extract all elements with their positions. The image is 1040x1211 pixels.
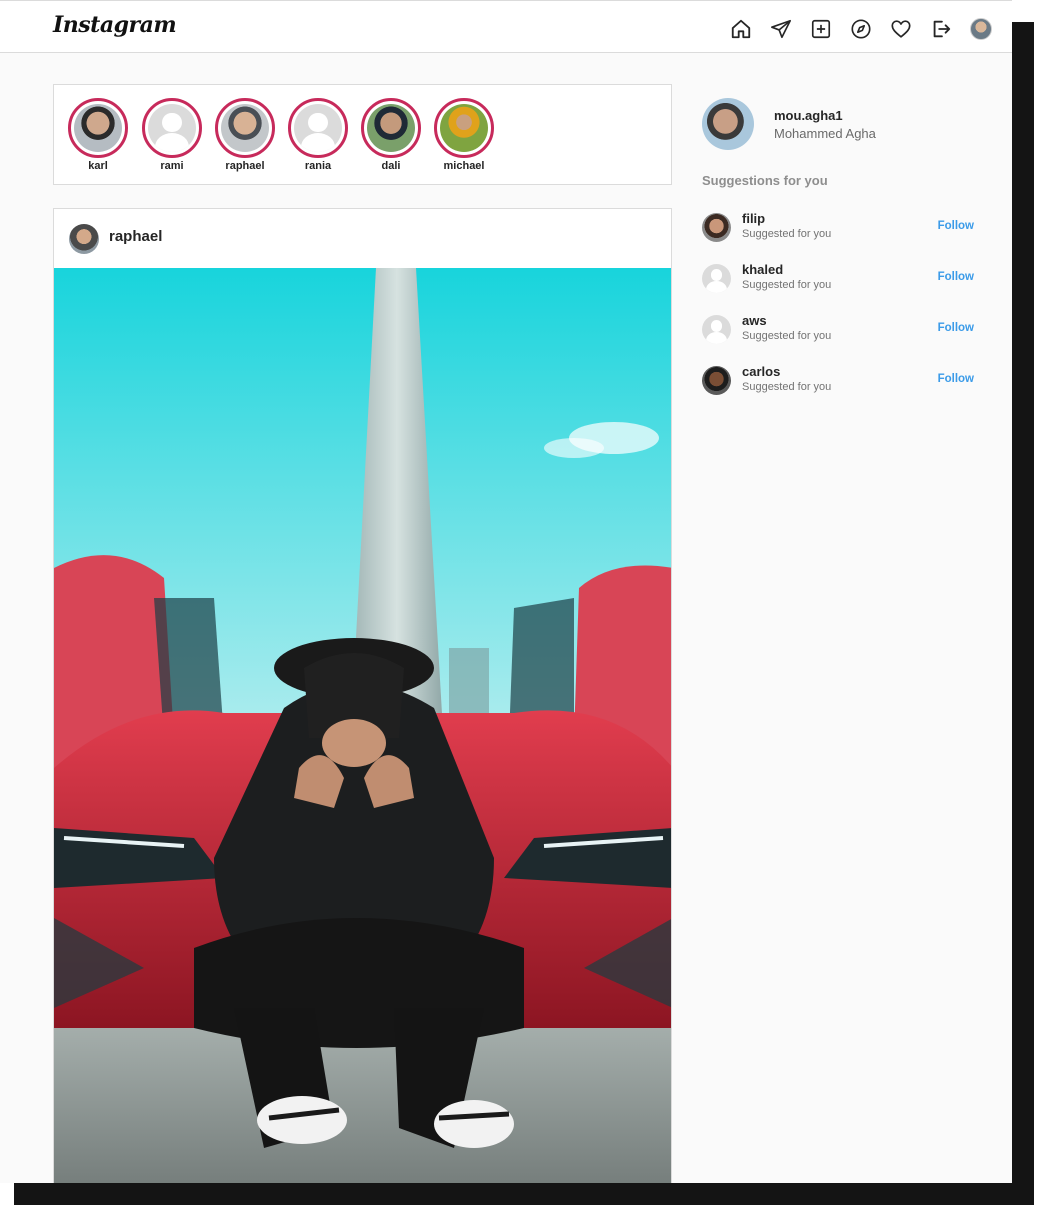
explore-icon[interactable] [850,17,890,41]
story-ring [434,98,494,158]
stories-bar: karl rami raphael rania dali michael [53,84,672,185]
story-ring [215,98,275,158]
follow-button[interactable]: Follow [938,322,974,334]
suggestion-avatar[interactable] [702,366,731,395]
post-photo[interactable] [54,268,671,1183]
suggestion-item: khaled Suggested for you Follow [702,262,982,298]
top-navigation-bar: Instagram [0,0,1012,53]
avatar [970,18,992,40]
suggestion-username[interactable]: khaled [742,262,783,277]
story-ring [288,98,348,158]
default-avatar-icon [294,104,342,152]
suggestion-item: aws Suggested for you Follow [702,313,982,349]
story-username: karl [88,160,108,172]
suggestions-heading: Suggestions for you [702,173,828,188]
default-avatar-icon [148,104,196,152]
story-avatar [74,104,122,152]
story-item[interactable]: rami [142,98,202,172]
instagram-app: Instagram karl rami raphael rania dali m… [0,0,1012,1183]
story-item[interactable]: rania [288,98,348,172]
default-avatar-icon[interactable] [702,315,731,344]
story-avatar [367,104,415,152]
post-author-avatar[interactable] [69,224,99,254]
story-avatar [440,104,488,152]
suggestion-avatar[interactable] [702,213,731,242]
window-shadow-bottom [14,1183,1034,1205]
post-photo-illustration [54,268,671,1183]
logout-icon[interactable] [930,17,970,41]
direct-message-icon[interactable] [770,17,810,41]
instagram-logo[interactable]: Instagram [53,12,177,38]
suggestion-item: carlos Suggested for you Follow [702,364,982,400]
suggestion-subtitle: Suggested for you [742,228,832,240]
story-username: dali [381,160,401,172]
story-item[interactable]: karl [68,98,128,172]
suggestion-subtitle: Suggested for you [742,330,832,342]
story-ring [142,98,202,158]
story-username: raphael [225,160,265,172]
nav-icons [730,17,1010,41]
story-ring [361,98,421,158]
suggestion-item: filip Suggested for you Follow [702,211,982,247]
story-username: rami [160,160,184,172]
follow-button[interactable]: Follow [938,373,974,385]
home-icon[interactable] [730,17,770,41]
story-item[interactable]: raphael [215,98,275,172]
activity-heart-icon[interactable] [890,17,930,41]
follow-button[interactable]: Follow [938,271,974,283]
follow-button[interactable]: Follow [938,220,974,232]
feed-post: raphael [53,208,672,1183]
story-avatar [221,104,269,152]
story-ring [68,98,128,158]
current-user-username[interactable]: mou.agha1 [774,108,843,123]
post-author-username[interactable]: raphael [109,228,162,245]
current-user-avatar[interactable] [702,98,754,150]
post-header: raphael [54,209,671,269]
suggestion-subtitle: Suggested for you [742,279,832,291]
window-shadow-right [1012,22,1034,1204]
suggestion-username[interactable]: carlos [742,364,780,379]
story-item[interactable]: dali [361,98,421,172]
suggestion-username[interactable]: filip [742,211,765,226]
suggestion-subtitle: Suggested for you [742,381,832,393]
story-username: rania [304,160,332,172]
current-user-fullname: Mohammed Agha [774,126,876,141]
profile-avatar[interactable] [970,17,1010,41]
story-item[interactable]: michael [434,98,494,172]
suggestion-username[interactable]: aws [742,313,767,328]
new-post-icon[interactable] [810,17,850,41]
story-username: michael [443,160,485,172]
default-avatar-icon[interactable] [702,264,731,293]
